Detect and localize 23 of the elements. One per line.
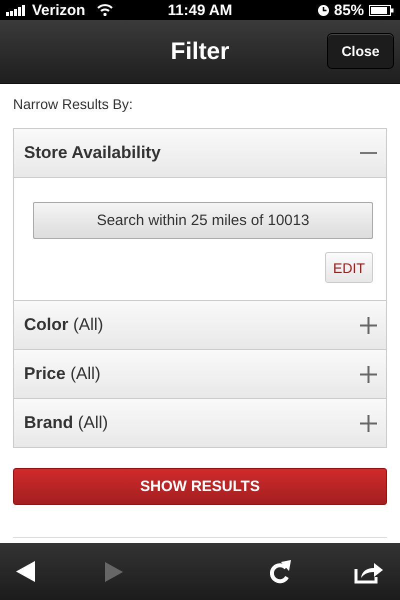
back-arrow-icon[interactable] (16, 561, 35, 582)
battery-percent: 85% (334, 2, 364, 18)
wifi-icon (97, 4, 114, 16)
signal-icon (6, 4, 28, 16)
battery-icon (369, 4, 394, 16)
clock-time: 11:49 AM (168, 2, 232, 18)
reload-icon[interactable] (268, 558, 292, 584)
edit-button[interactable]: EDIT (325, 252, 373, 283)
section-title[interactable]: Price (All) (24, 364, 101, 384)
section-title[interactable]: Color (All) (24, 315, 104, 335)
store-search-button[interactable]: Search within 25 miles of 10013 (33, 202, 373, 239)
close-button[interactable]: Close (327, 33, 394, 69)
section-title[interactable]: Brand (All) (24, 413, 108, 433)
carrier-name: Verizon (32, 2, 86, 18)
section-title[interactable]: Store Availability (24, 143, 161, 163)
forward-arrow-icon[interactable] (105, 562, 123, 582)
plus-icon[interactable] (360, 414, 377, 432)
plus-icon[interactable] (360, 316, 377, 334)
show-results-button[interactable]: SHOW RESULTS (13, 468, 387, 505)
clock-icon (318, 4, 329, 16)
page-title: Filter (170, 38, 230, 66)
plus-icon[interactable] (360, 366, 377, 382)
intro-text: Narrow Results By: (13, 96, 134, 114)
